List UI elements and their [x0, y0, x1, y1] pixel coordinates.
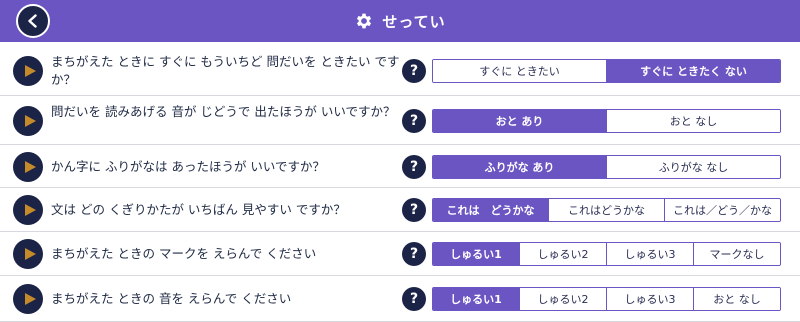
play-icon	[24, 114, 36, 127]
play-icon	[24, 204, 36, 216]
settings-row: かん字に ふりがなは あったほうが いいですか？? ふりがな あり ふりがな なし	[0, 145, 800, 188]
play-icon	[24, 64, 36, 77]
play-audio-button[interactable]	[13, 55, 43, 86]
option-button[interactable]: これは どうかな	[433, 199, 548, 221]
help-button[interactable]: ?	[402, 287, 426, 311]
help-button[interactable]: ?	[402, 108, 426, 133]
option-selector: おと あり おと なし	[432, 108, 781, 133]
header-bar: せってい	[0, 0, 800, 42]
option-button[interactable]: おと なし	[693, 288, 780, 310]
option-button[interactable]: しゅるい2	[519, 243, 606, 265]
option-button[interactable]: しゅるい2	[519, 288, 606, 310]
play-icon	[24, 160, 36, 173]
back-button[interactable]	[16, 4, 50, 38]
settings-row: まちがえた ときの 音を えらんで ください? しゅるい1 しゅるい2 しゅるい3 おと…	[0, 276, 800, 322]
settings-row: まちがえた ときに すぐに もういちど 問だいを ときたい です か？? すぐに …	[0, 45, 800, 96]
help-button[interactable]: ?	[402, 198, 426, 222]
page-title: せってい	[382, 12, 446, 31]
option-button[interactable]: これはどうかな	[548, 199, 664, 221]
option-button[interactable]: ふりがな あり	[433, 155, 606, 178]
option-button[interactable]: しゅるい1	[433, 288, 519, 310]
option-button[interactable]: すぐに ときたい	[433, 59, 606, 82]
help-button[interactable]: ?	[402, 58, 426, 83]
option-button[interactable]: すぐに ときたく ない	[606, 59, 780, 82]
help-button[interactable]: ?	[402, 242, 426, 266]
gear-icon	[354, 11, 374, 31]
option-button[interactable]: しゅるい3	[606, 288, 693, 310]
option-button[interactable]: これは／どう／かな	[664, 199, 780, 221]
question-text: まちがえた ときの マークを えらんで ください	[51, 246, 317, 261]
option-button[interactable]: ふりがな なし	[606, 155, 780, 178]
option-button[interactable]: マークなし	[693, 243, 780, 265]
option-button[interactable]: しゅるい3	[606, 243, 693, 265]
option-button[interactable]: おと あり	[433, 109, 606, 132]
header-title-group: せってい	[354, 11, 445, 32]
play-audio-button[interactable]	[13, 239, 43, 269]
settings-row: 文は どの くぎりかたが いちばん 見やすい ですか？? これは どうかな これはど…	[0, 188, 800, 232]
option-button[interactable]: おと なし	[606, 109, 780, 132]
settings-row: まちがえた ときの マークを えらんで ください? しゅるい1 しゅるい2 しゅるい3…	[0, 232, 800, 276]
chevron-left-icon	[28, 14, 37, 28]
option-selector: しゅるい1 しゅるい2 しゅるい3 おと なし	[432, 287, 781, 311]
play-audio-button[interactable]	[13, 151, 43, 182]
option-selector: これは どうかな これはどうかな これは／どう／かな	[432, 198, 781, 222]
option-selector: すぐに ときたい すぐに ときたく ない	[432, 58, 781, 83]
question-text: まちがえた ときに すぐに もういちど 問だいを ときたい です か？	[51, 53, 400, 87]
help-button[interactable]: ?	[402, 154, 426, 179]
play-icon	[24, 248, 36, 260]
question-text: まちがえた ときの 音を えらんで ください	[51, 291, 292, 306]
question-text: 問だいを 読みあげる 音が じどうで 出たほうが いいですか？	[51, 103, 396, 119]
question-text: かん字に ふりがなは あったほうが いいですか？	[51, 158, 326, 174]
option-selector: ふりがな あり ふりがな なし	[432, 154, 781, 179]
option-selector: しゅるい1 しゅるい2 しゅるい3 マークなし	[432, 242, 781, 266]
play-audio-button[interactable]	[13, 195, 43, 225]
play-audio-button[interactable]	[13, 105, 43, 136]
settings-row: 問だいを 読みあげる 音が じどうで 出たほうが いいですか？? おと あり おと …	[0, 96, 800, 145]
play-audio-button[interactable]	[13, 284, 43, 314]
question-text: 文は どの くぎりかたが いちばん 見やすい ですか？	[51, 202, 346, 217]
play-icon	[24, 293, 36, 305]
option-button[interactable]: しゅるい1	[433, 243, 519, 265]
